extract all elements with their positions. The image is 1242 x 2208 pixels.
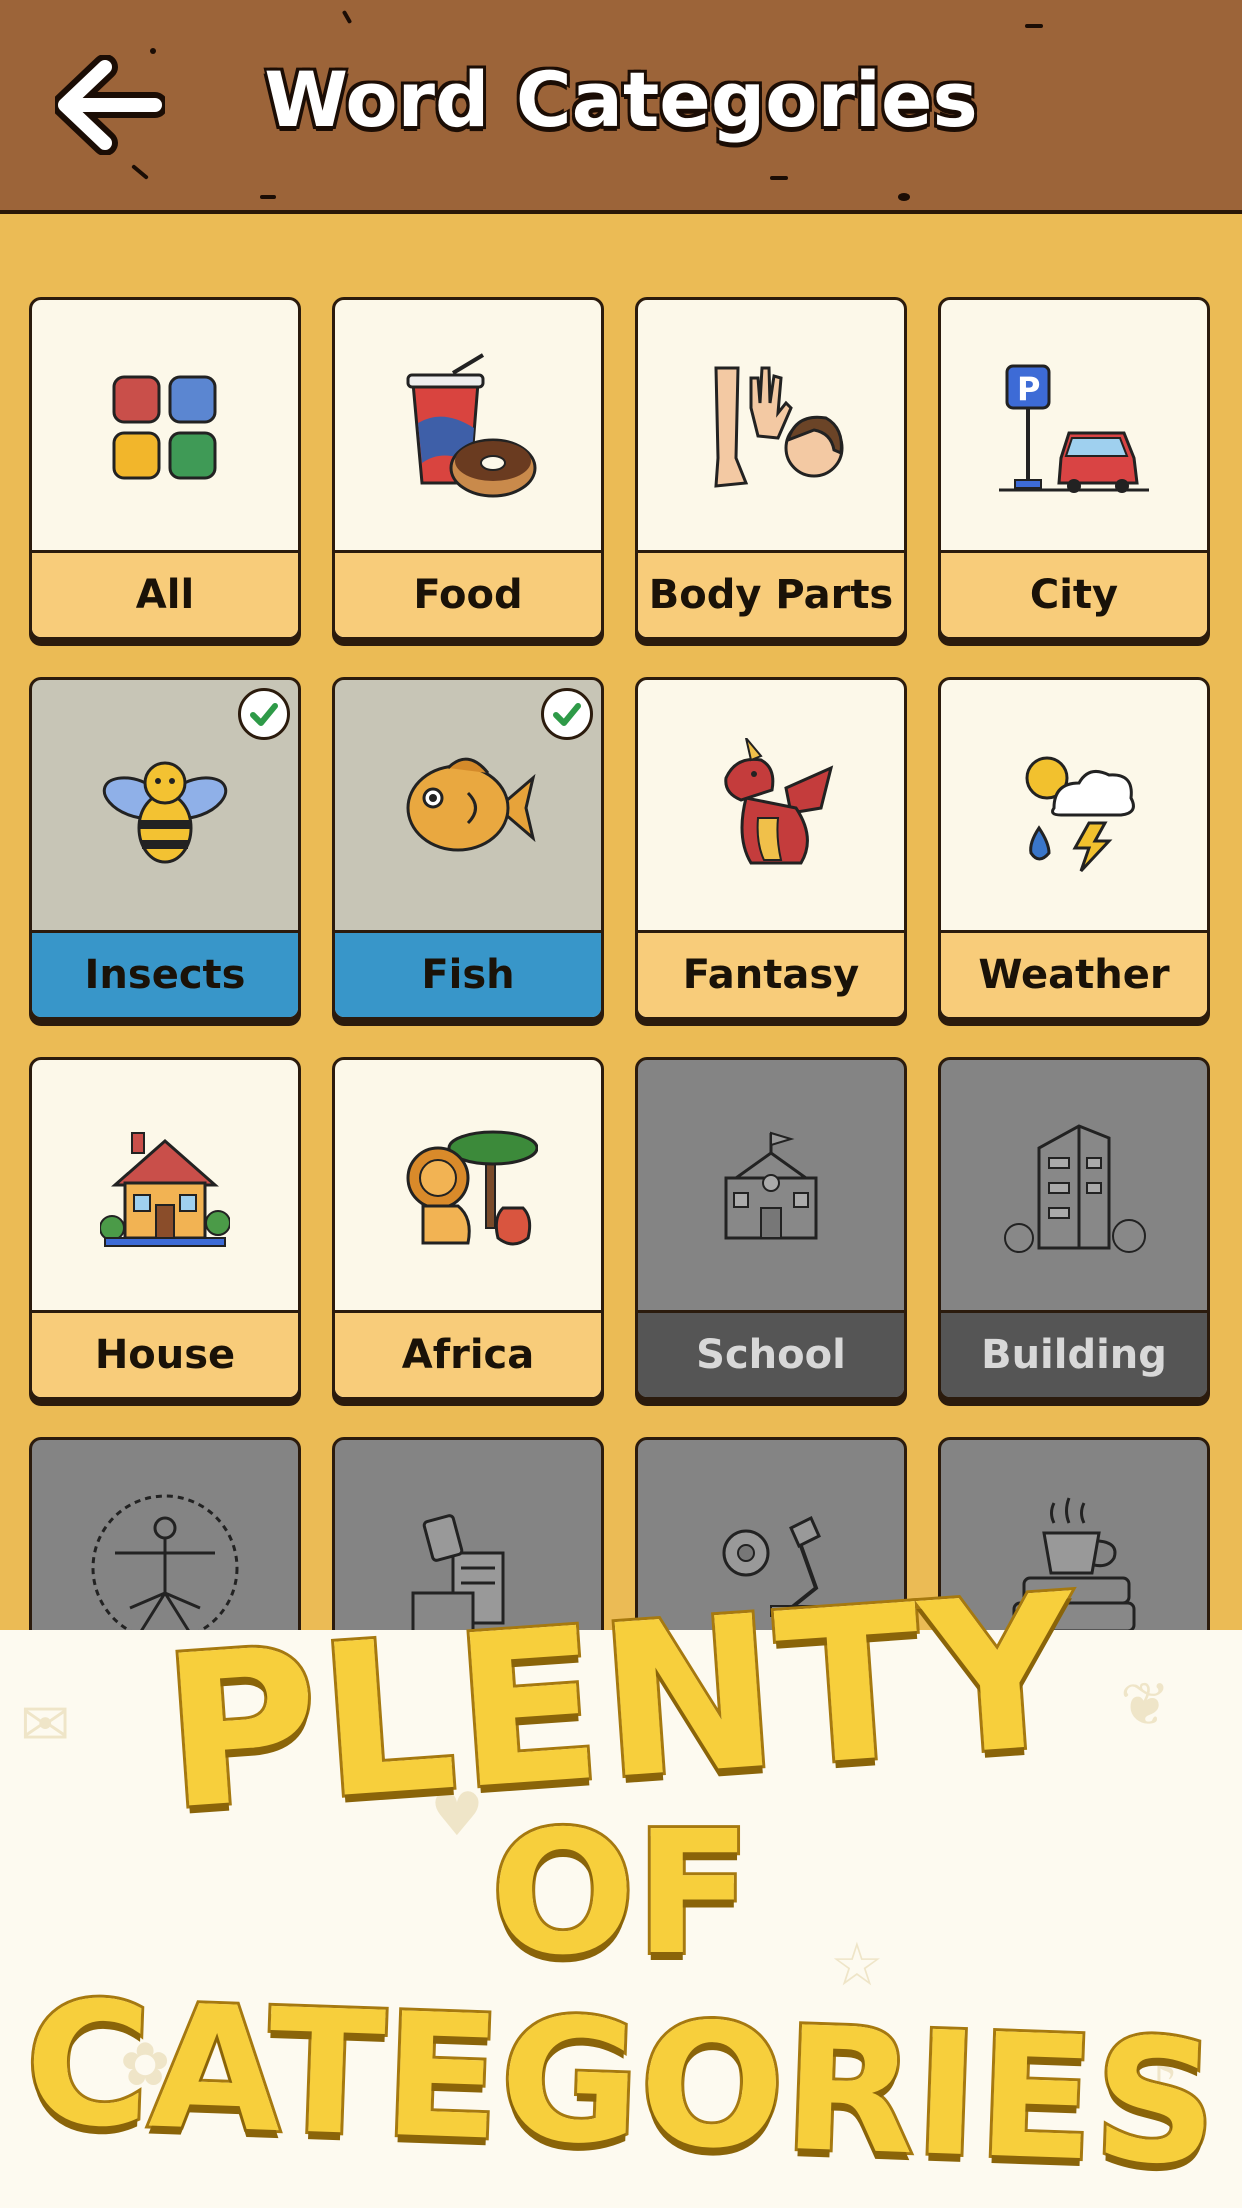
wood-mark [341, 9, 353, 25]
category-grid: All Food Body Parts P City Insects Fish … [0, 214, 1242, 1654]
category-card-body-parts[interactable]: Body Parts [635, 297, 907, 640]
svg-text:P: P [1017, 370, 1040, 408]
category-label: Insects [32, 930, 298, 1017]
category-card-weather[interactable]: Weather [938, 677, 1210, 1020]
fish-icon [335, 680, 601, 936]
category-card-school[interactable]: School [635, 1057, 907, 1400]
category-card-building[interactable]: Building [938, 1057, 1210, 1400]
category-label: Building [941, 1310, 1207, 1397]
category-card-africa[interactable]: Africa [332, 1057, 604, 1400]
category-label: Fantasy [638, 930, 904, 1017]
top-bar: Word Categories [0, 0, 1242, 214]
house-icon [32, 1060, 298, 1316]
category-card-insects[interactable]: Insects [29, 677, 301, 1020]
building-icon [941, 1060, 1207, 1316]
wood-mark [260, 195, 276, 199]
weather-icon [941, 680, 1207, 936]
grid-squares-icon [32, 300, 298, 556]
category-label: School [638, 1310, 904, 1397]
dragon-icon [638, 680, 904, 936]
category-label: Body Parts [638, 550, 904, 637]
wood-mark [898, 193, 910, 201]
wood-mark [770, 176, 788, 180]
category-card-house[interactable]: House [29, 1057, 301, 1400]
wood-mark [150, 48, 156, 54]
category-label: Africa [335, 1310, 601, 1397]
bee-icon [32, 680, 298, 936]
parking-car-icon: P [941, 300, 1207, 556]
category-label: Fish [335, 930, 601, 1017]
page-title: Word Categories [264, 55, 978, 144]
soda-donut-icon [335, 300, 601, 556]
category-card-fish[interactable]: Fish [332, 677, 604, 1020]
body-parts-icon [638, 300, 904, 556]
category-label: All [32, 550, 298, 637]
lion-tree-icon [335, 1060, 601, 1316]
category-label: House [32, 1310, 298, 1397]
category-label: Food [335, 550, 601, 637]
category-card-all[interactable]: All [29, 297, 301, 640]
wood-mark [1025, 24, 1043, 28]
promo-line-of: OF [488, 1792, 755, 1996]
category-label: Weather [941, 930, 1207, 1017]
category-label: City [941, 550, 1207, 637]
school-icon [638, 1060, 904, 1316]
wood-mark [131, 164, 149, 180]
category-card-fantasy[interactable]: Fantasy [635, 677, 907, 1020]
category-card-city[interactable]: P City [938, 297, 1210, 640]
category-card-food[interactable]: Food [332, 297, 604, 640]
